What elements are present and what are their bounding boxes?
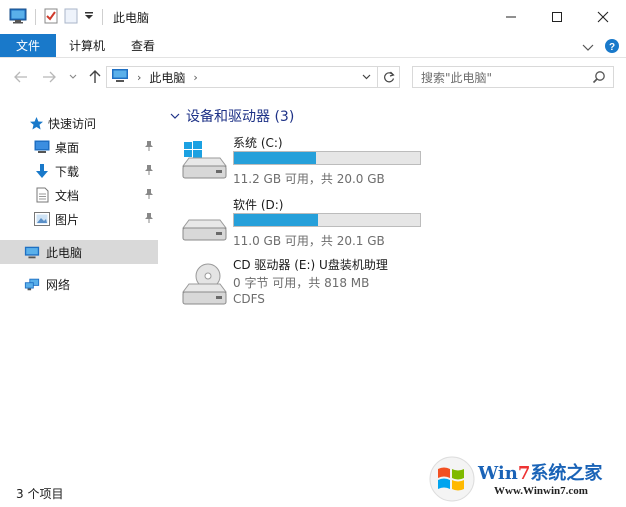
cd-drive-icon [180,262,228,306]
navigation-pane: 快速访问 桌面 下载 文档 图片 此电脑 网络 [0,96,168,480]
chevron-down-icon [69,74,77,79]
back-button[interactable] [10,66,32,88]
drive-space-info: 0 字节 可用，共 818 MB [233,276,370,290]
tab-file[interactable]: 文件 [0,34,57,57]
window-title: 此电脑 [113,10,150,25]
minimize-icon [506,16,516,18]
tab-view[interactable]: 查看 [118,34,168,57]
drive-usage-fill [234,214,318,226]
nav-item-documents[interactable]: 文档 [0,183,158,207]
nav-item-downloads[interactable]: 下载 [0,159,158,183]
recent-locations-button[interactable] [62,66,84,88]
item-count: 3 个项目 [16,487,64,501]
search-placeholder: 搜索"此电脑" [421,70,493,85]
computer-icon [111,68,129,86]
pin-icon[interactable] [144,212,154,227]
drive-usage-fill [234,152,316,164]
nav-item-pictures[interactable]: 图片 [0,207,158,231]
windows-logo-icon [429,456,475,502]
title-bar: 此电脑 [0,0,626,34]
drive-name: 软件 (D:) [233,198,284,212]
drive-filesystem: CDFS [233,292,265,306]
drive-space-info: 11.2 GB 可用，共 20.0 GB [233,172,385,186]
refresh-icon [383,71,395,83]
expand-ribbon-icon[interactable] [582,41,594,55]
refresh-button[interactable] [377,67,399,87]
maximize-icon [552,12,562,22]
watermark-brand-tail: 系统之家 [530,463,603,484]
new-folder-icon[interactable] [64,8,78,27]
document-icon [34,187,50,203]
watermark-brand-seven: 7 [517,463,531,484]
drive-d[interactable]: 软件 (D:) 11.0 GB 可用，共 20.1 GB [180,196,610,252]
help-icon[interactable]: ? [604,38,620,57]
nav-label: 网络 [46,277,71,292]
chevron-down-icon [362,74,371,80]
breadcrumb-chevron-icon[interactable]: › [193,71,197,84]
toolbar-separator [102,9,103,25]
drive-space-info: 11.0 GB 可用，共 20.1 GB [233,234,385,248]
svg-text:?: ? [609,42,615,53]
tab-computer[interactable]: 计算机 [56,34,118,57]
address-history-button[interactable] [357,67,375,87]
picture-icon [34,211,50,227]
drive-name: 系统 (C:) [233,136,283,150]
watermark-brand-win: Win [478,463,518,484]
download-icon [34,163,50,179]
up-button[interactable] [84,66,106,88]
watermark-brand: Win7系统之家 [478,459,602,485]
nav-label: 下载 [55,164,80,179]
ribbon-tabs: 文件 计算机 查看 ? [0,34,626,58]
quick-access-toolbar [0,8,105,27]
computer-icon [9,8,27,27]
search-box[interactable]: 搜索"此电脑" [412,66,614,88]
drive-c[interactable]: 系统 (C:) 11.2 GB 可用，共 20.0 GB [180,134,610,190]
nav-label: 桌面 [55,140,80,155]
windows-drive-icon [180,140,228,184]
nav-item-desktop[interactable]: 桌面 [0,135,158,159]
up-arrow-icon [89,70,101,83]
nav-quick-access[interactable]: 快速访问 [0,111,158,135]
nav-label: 此电脑 [46,245,83,260]
search-icon[interactable] [592,70,606,87]
network-icon [24,276,40,292]
address-bar[interactable]: › 此电脑 › [106,66,400,88]
pin-icon[interactable] [144,140,154,155]
close-icon [597,11,609,23]
drive-name: CD 驱动器 (E:) U盘装机助理 [233,258,388,272]
forward-button[interactable] [38,66,60,88]
drive-usage-bar [233,151,421,165]
address-row: › 此电脑 › 搜索"此电脑" [0,58,626,96]
chevron-down-icon[interactable] [170,110,180,123]
close-button[interactable] [580,0,626,34]
maximize-button[interactable] [534,0,580,34]
watermark-url: Www.Winwin7.com [494,485,588,497]
star-icon [28,115,44,131]
minimize-button[interactable] [488,0,534,34]
pin-icon[interactable] [144,188,154,203]
desktop-icon [34,139,50,155]
nav-label: 快速访问 [48,116,97,131]
drive-usage-bar [233,213,421,227]
drive-e[interactable]: CD 驱动器 (E:) U盘装机助理 0 字节 可用，共 818 MB CDFS [180,256,610,312]
toolbar-separator [35,9,36,25]
group-header[interactable]: 设备和驱动器 (3) [170,106,294,126]
customize-toolbar-icon[interactable] [84,10,94,24]
content-pane: 设备和驱动器 (3) 系统 (C:) 11.2 GB 可用，共 20.0 GB … [168,96,626,480]
properties-icon[interactable] [44,8,58,27]
hard-drive-icon [180,202,228,246]
pin-icon[interactable] [144,164,154,179]
computer-icon [24,244,40,260]
nav-item-network[interactable]: 网络 [0,272,158,296]
nav-label: 图片 [55,212,80,227]
breadcrumb-this-pc[interactable]: 此电脑 [149,69,185,86]
watermark-logo: Win7系统之家 Www.Winwin7.com [428,455,624,505]
nav-item-this-pc[interactable]: 此电脑 [0,240,158,264]
group-title: 设备和驱动器 (3) [186,109,295,125]
forward-arrow-icon [43,71,56,83]
breadcrumb-chevron-icon[interactable]: › [137,71,141,84]
back-arrow-icon [14,71,27,83]
nav-label: 文档 [55,188,80,203]
